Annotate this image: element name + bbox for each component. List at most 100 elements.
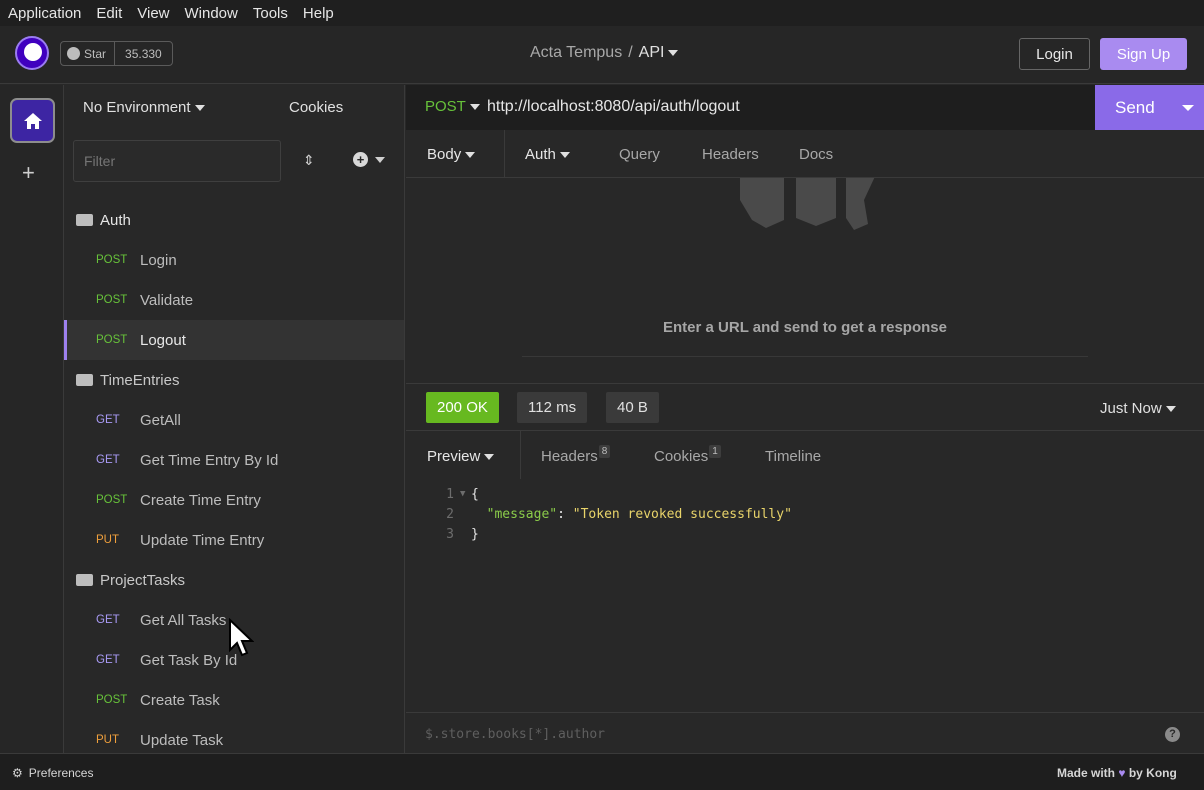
request-item[interactable]: PUT Update Task: [64, 720, 404, 753]
empty-response-hint: Enter a URL and send to get a response: [663, 319, 947, 336]
request-item[interactable]: POST Validate: [64, 280, 404, 320]
menu-tools[interactable]: Tools: [253, 5, 288, 22]
chevron-down-icon: [668, 49, 679, 56]
menu-help[interactable]: Help: [303, 5, 334, 22]
tab-timeline[interactable]: Timeline: [765, 448, 821, 465]
environment-selector[interactable]: No Environment: [83, 99, 205, 116]
response-preview[interactable]: 1 ▼{ 2 "message": "Token revoked successf…: [406, 484, 1204, 544]
request-item-active[interactable]: POST Logout: [64, 320, 404, 360]
tab-body[interactable]: Body: [427, 146, 476, 163]
folder-timeentries[interactable]: TimeEntries: [64, 360, 404, 400]
home-button[interactable]: [10, 98, 55, 143]
count-badge: 1: [709, 445, 721, 458]
chevron-down-icon: [559, 152, 570, 159]
jsonpath-input[interactable]: $.store.books[*].author: [425, 727, 605, 742]
method-badge: GET: [96, 454, 120, 466]
method-badge: GET: [96, 654, 120, 666]
folder-projecttasks[interactable]: ProjectTasks: [64, 560, 404, 600]
url-bar: POST http://localhost:8080/api/auth/logo…: [406, 85, 1204, 130]
fold-icon[interactable]: ▼: [460, 489, 471, 499]
help-icon[interactable]: ?: [1165, 727, 1180, 742]
preferences-button[interactable]: ⚙ Preferences: [12, 766, 93, 780]
tab-label: Preview: [427, 448, 481, 465]
menu-edit[interactable]: Edit: [96, 5, 122, 22]
plus-circle-icon: +: [353, 152, 368, 167]
folder-auth[interactable]: Auth: [64, 200, 404, 240]
chevron-down-icon: [465, 152, 476, 159]
sort-icon[interactable]: ⇕: [303, 152, 315, 169]
tab-response-cookies[interactable]: Cookies 1: [654, 445, 721, 465]
request-item[interactable]: POST Login: [64, 240, 404, 280]
folder-open-icon: [76, 374, 93, 386]
line-number: 1: [446, 486, 454, 502]
chevron-down-icon: [469, 104, 480, 111]
github-icon: [67, 47, 80, 60]
menu-application[interactable]: Application: [8, 5, 81, 22]
tab-docs[interactable]: Docs: [799, 146, 833, 163]
made-with-label: Made with: [1057, 766, 1116, 780]
request-item[interactable]: POST Create Task: [64, 680, 404, 720]
method-selector[interactable]: POST: [425, 98, 480, 115]
star-count: 35.330: [125, 46, 162, 61]
github-star-button[interactable]: Star 35.330: [60, 41, 173, 66]
collection-name: API: [638, 44, 665, 61]
send-label: Send: [1115, 97, 1155, 117]
history-label: Just Now: [1100, 400, 1162, 417]
response-history-selector[interactable]: Just Now: [1100, 400, 1176, 417]
request-label: Get All Tasks: [140, 611, 227, 629]
add-project-icon[interactable]: +: [22, 160, 35, 186]
send-button[interactable]: Send: [1095, 85, 1204, 130]
json-value: "Token revoked successfully": [572, 506, 792, 522]
breadcrumb-project[interactable]: Acta Tempus: [530, 44, 622, 62]
menu-view[interactable]: View: [137, 5, 169, 22]
method-badge: POST: [96, 494, 128, 506]
signup-button[interactable]: Sign Up: [1100, 38, 1187, 70]
folder-label: ProjectTasks: [100, 571, 186, 589]
filter-input[interactable]: [73, 140, 281, 182]
method-label: POST: [425, 98, 466, 115]
method-badge: PUT: [96, 534, 119, 546]
kong-label: by Kong: [1128, 766, 1177, 780]
tab-preview[interactable]: Preview: [427, 448, 495, 465]
request-item[interactable]: POST Create Time Entry: [64, 480, 404, 520]
tab-divider: [504, 130, 505, 178]
response-status-bar: 200 OK 112 ms 40 B Just Now: [406, 383, 1204, 431]
request-item[interactable]: GET Get Time Entry By Id: [64, 440, 404, 480]
chevron-down-icon[interactable]: [1182, 105, 1194, 111]
left-rail: +: [0, 85, 64, 753]
method-badge: POST: [96, 334, 128, 346]
line-number: 3: [446, 526, 454, 542]
request-body-panel: Enter a URL and send to get a response: [406, 178, 1204, 383]
login-button[interactable]: Login: [1019, 38, 1090, 70]
tab-headers[interactable]: Headers: [702, 146, 759, 163]
home-icon: [23, 112, 42, 129]
request-item[interactable]: PUT Update Time Entry: [64, 520, 404, 560]
code-text: }: [471, 526, 479, 542]
code-line: 2 "message": "Token revoked successfully…: [406, 504, 1204, 524]
tab-auth[interactable]: Auth: [525, 146, 570, 163]
request-tree: Auth POST Login POST Validate POST Logout T…: [64, 200, 404, 753]
add-request-button[interactable]: +: [353, 152, 385, 167]
tab-query[interactable]: Query: [619, 146, 660, 163]
status-badge: 200 OK: [426, 392, 499, 423]
code-text: {: [471, 486, 479, 502]
url-input[interactable]: http://localhost:8080/api/auth/logout: [487, 98, 740, 116]
made-with-kong[interactable]: Made with ♥ by Kong: [1057, 766, 1177, 780]
menu-window[interactable]: Window: [185, 5, 238, 22]
cookies-button[interactable]: Cookies: [289, 99, 343, 116]
title-bar: Star 35.330 Acta Tempus / API Login Sign…: [0, 26, 1204, 84]
heart-icon: ♥: [1118, 766, 1126, 780]
code-text: "message": "Token revoked successfully": [486, 506, 792, 522]
request-label: GetAll: [140, 411, 181, 429]
request-label: Create Task: [140, 691, 220, 709]
json-key: "message": [486, 506, 558, 522]
jsonpath-filter[interactable]: $.store.books[*].author ?: [406, 712, 1204, 753]
breadcrumb-collection[interactable]: API: [639, 44, 679, 62]
method-badge: POST: [96, 294, 128, 306]
chevron-down-icon: [375, 156, 385, 163]
tab-response-headers[interactable]: Headers 8: [541, 445, 611, 465]
request-label: Get Time Entry By Id: [140, 451, 279, 469]
tab-label: Body: [427, 146, 462, 163]
request-label: Get Task By Id: [140, 651, 238, 669]
request-item[interactable]: GET GetAll: [64, 400, 404, 440]
